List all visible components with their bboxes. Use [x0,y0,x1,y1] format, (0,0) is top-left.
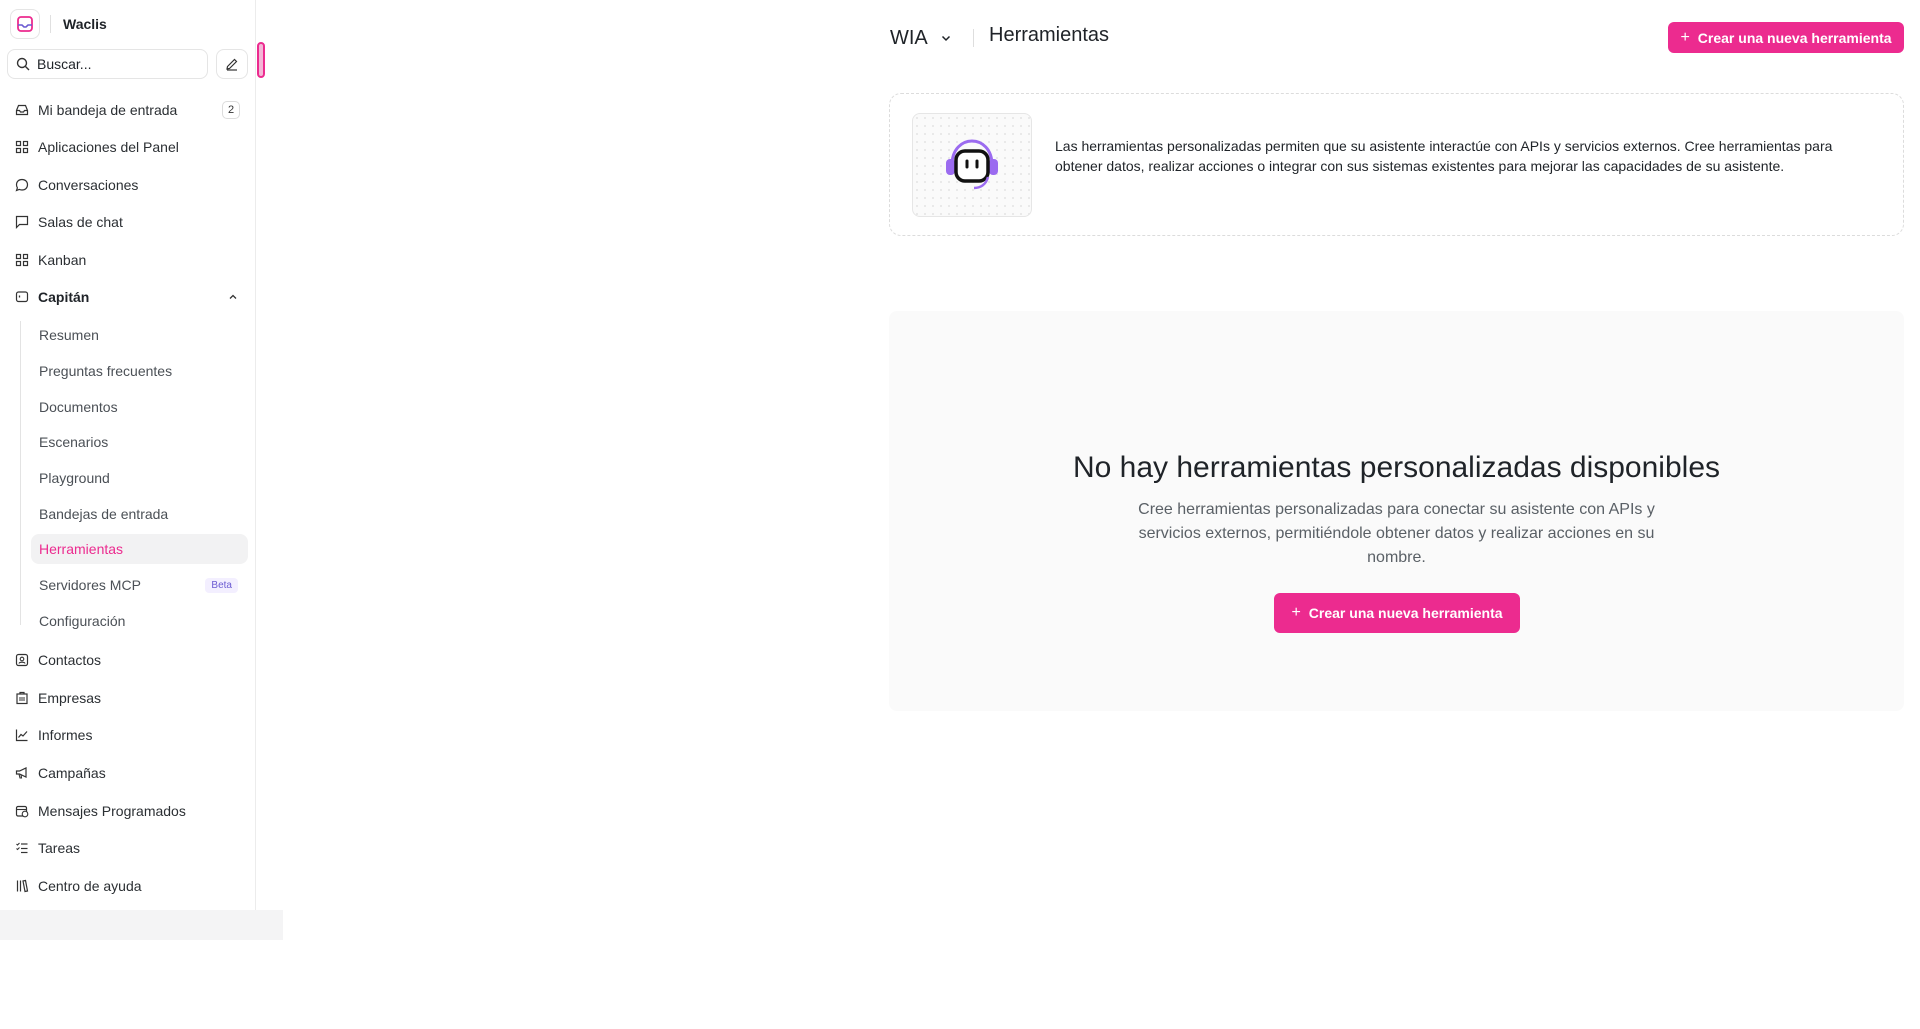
library-icon [14,878,30,894]
kanban-icon [14,252,30,268]
info-card: Las herramientas personalizadas permiten… [889,93,1904,236]
plus-icon: + [1680,28,1690,46]
sidebar-item-label: Mensajes Programados [38,803,186,819]
submenu-guide-line [20,321,21,625]
megaphone-icon [14,765,30,781]
sidebar-subitem-label: Servidores MCP [39,577,141,593]
message-square-icon [14,214,30,230]
inbox-icon [14,102,30,118]
sidebar-item-contacts[interactable]: Contactos [7,645,248,675]
sidebar-subitem-label: Playground [39,470,110,486]
sidebar-subitem-scenarios[interactable]: Escenarios [31,427,248,457]
empty-state: No hay herramientas personalizadas dispo… [889,311,1904,711]
inbox-count-badge: 2 [222,101,240,119]
sidebar-item-kanban[interactable]: Kanban [7,245,248,275]
create-tool-button-label: Crear una nueva herramienta [1697,29,1892,46]
sidebar-subitem-label: Documentos [39,399,118,415]
sidebar-item-label: Kanban [38,252,87,268]
workspace-switcher[interactable]: WIA [890,24,952,52]
brand[interactable]: Waclis [10,7,107,41]
sidebar-subitem-inboxes[interactable]: Bandejas de entrada [31,499,248,529]
search-input[interactable]: Buscar... [7,49,208,79]
pencil-icon [226,58,238,71]
checklist-icon [14,840,30,856]
sidebar-item-dashboard-apps[interactable]: Aplicaciones del Panel [7,132,248,162]
sidebar-item-campaigns[interactable]: Campañas [7,758,248,788]
empty-state-create-button-label: Crear una nueva herramienta [1308,605,1503,621]
sidebar-item-label: Empresas [38,690,102,706]
plus-icon: + [1291,604,1301,621]
sidebar-subitem-summary[interactable]: Resumen [31,320,248,350]
empty-state-title: No hay herramientas personalizadas dispo… [1072,451,1721,484]
sidebar-subitem-label: Escenarios [39,434,109,450]
sidebar-item-scheduled-messages[interactable]: Mensajes Programados [7,796,248,826]
sidebar-item-companies[interactable]: Empresas [7,683,248,713]
sidebar-subitem-label: Herramientas [39,541,124,557]
sidebar-resize-handle[interactable] [257,42,265,78]
sidebar-item-label: Contactos [38,652,102,668]
search-placeholder: Buscar... [37,56,92,72]
compose-button[interactable] [216,49,248,79]
info-description: Las herramientas personalizadas permiten… [1055,138,1833,174]
sidebar-item-chat-rooms[interactable]: Salas de chat [7,207,248,237]
search-icon [16,57,30,71]
header-separator [973,29,974,47]
sidebar-item-label: Centro de ayuda [38,878,142,894]
sidebar-item-label: Capitán [38,289,90,305]
sidebar-item-reports[interactable]: Informes [7,720,248,750]
sidebar-subitem-settings[interactable]: Configuración [31,606,248,636]
sidebar-subitem-faq[interactable]: Preguntas frecuentes [31,356,248,386]
sidebar-item-label: Campañas [38,765,106,781]
brand-separator [50,15,51,33]
sidebar-subitem-label: Bandejas de entrada [39,506,169,522]
sidebar-subitem-documents[interactable]: Documentos [31,392,248,422]
sidebar-subitem-mcp-servers[interactable]: Servidores MCP Beta [31,570,248,600]
building-icon [14,690,30,706]
sidebar-item-tasks[interactable]: Tareas [7,833,248,863]
empty-state-create-button[interactable]: + Crear una nueva herramienta [1274,593,1520,633]
sidebar-item-conversations[interactable]: Conversaciones [7,170,248,200]
create-tool-button[interactable]: + Crear una nueva herramienta [1668,22,1904,53]
sidebar-item-inbox[interactable]: Mi bandeja de entrada 2 [7,95,248,125]
contact-card-icon [14,652,30,668]
sidebar-subitem-tools[interactable]: Herramientas [31,534,248,564]
sidebar-subitem-label: Resumen [39,327,99,343]
sidebar-item-label: Conversaciones [38,177,139,193]
page-title: Herramientas [989,24,1110,46]
brand-logo-icon [10,9,40,39]
assistant-illustration-icon [912,113,1032,217]
sidebar-item-label: Salas de chat [38,214,123,230]
line-chart-icon [14,727,30,743]
captain-icon [14,289,30,305]
sidebar-item-captain[interactable]: Capitán [7,282,248,312]
sidebar-subitem-label: Configuración [39,613,126,629]
chat-bubble-icon [14,177,30,193]
workspace-name: WIA [890,26,928,49]
beta-badge: Beta [205,577,238,593]
empty-state-description: Cree herramientas personalizadas para co… [1138,501,1655,566]
sidebar-item-label: Mi bandeja de entrada [38,102,178,118]
sidebar-item-label: Informes [38,727,93,743]
sidebar-subitem-label: Preguntas frecuentes [39,363,173,379]
grid-icon [14,139,30,155]
sidebar: Waclis Buscar... Mi bandeja de entrada 2… [0,0,256,910]
calendar-clock-icon [14,803,30,819]
sidebar-item-help-center[interactable]: Centro de ayuda [7,871,248,901]
sidebar-item-label: Aplicaciones del Panel [38,139,179,155]
brand-name: Waclis [63,16,107,32]
chevron-up-icon [229,294,237,299]
chevron-down-icon [941,35,950,42]
sidebar-subitem-playground[interactable]: Playground [31,463,248,493]
sidebar-footer [0,910,283,940]
sidebar-item-label: Tareas [38,840,81,856]
